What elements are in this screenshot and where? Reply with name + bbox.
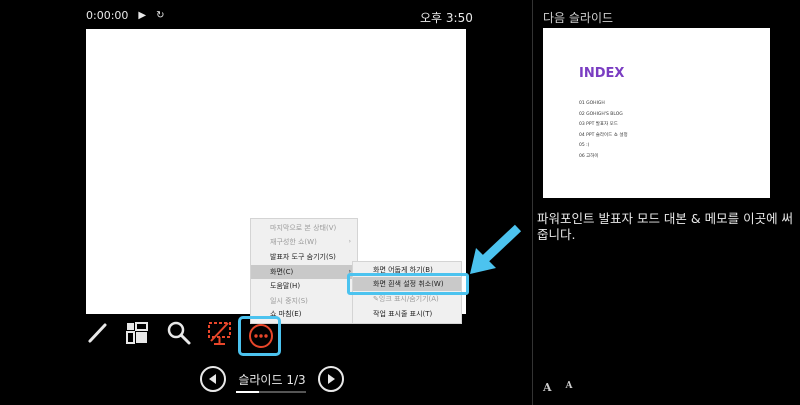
decrease-font-button[interactable]: A	[566, 381, 573, 394]
slide-progress-bar	[236, 390, 306, 393]
timer-text: 0:00:00	[86, 9, 129, 22]
menu-item-last-viewed[interactable]: 마지막으로 본 상태(V)	[251, 221, 357, 235]
menu-item-hide-presenter-tools[interactable]: 발표자 도구 숨기기(S)	[251, 250, 357, 264]
list-item: 02 GOHIGH'S BLOG	[579, 111, 623, 117]
chevron-left-icon	[209, 374, 216, 384]
slide-progress-fill	[236, 390, 260, 393]
timer-bar: 0:00:00 ▶ ↻	[86, 9, 165, 22]
reset-icon[interactable]: ↻	[156, 10, 164, 21]
pointer-arrow-icon	[470, 224, 522, 274]
list-item: 04 PPT 슬라이드 쇼 설정	[579, 132, 628, 138]
next-slide-title: INDEX	[579, 66, 625, 81]
menu-item-pause[interactable]: 일시 중지(S)	[251, 294, 357, 308]
play-icon[interactable]: ▶	[138, 10, 146, 21]
next-slide-label: 다음 슬라이드	[543, 11, 614, 25]
chevron-right-icon: ›	[348, 238, 351, 245]
submenu-item-show-taskbar[interactable]: 작업 표시줄 표시(T)	[353, 307, 461, 321]
speaker-notes[interactable]: 파워포인트 발표자 모드 대본 & 메모를 이곳에 써줍니다.	[537, 211, 795, 243]
list-item: 01 GOHIGH	[579, 101, 605, 106]
menu-item-custom-show[interactable]: 재구성한 쇼(W) ›	[251, 235, 357, 249]
clock: 오후 3:50	[420, 11, 473, 25]
next-slide-thumbnail[interactable]: INDEX 01 GOHIGH 02 GOHIGH'S BLOG 03 PPT …	[543, 28, 770, 198]
chevron-right-icon	[328, 374, 335, 384]
slide-counter: 슬라이드 1/3	[236, 371, 308, 393]
list-item: 06 고하이	[579, 153, 599, 159]
pane-divider[interactable]	[532, 0, 533, 405]
slide-navigation: 슬라이드 1/3	[200, 366, 344, 393]
slide-counter-text: 슬라이드 1/3	[238, 372, 306, 387]
next-slide-list: 01 GOHIGH 02 GOHIGH'S BLOG 03 PPT 발표자 모드…	[579, 99, 628, 162]
more-options-highlight	[238, 316, 281, 356]
increase-font-button[interactable]: A	[543, 381, 552, 394]
zoom-icon[interactable]	[166, 320, 192, 346]
previous-slide-button[interactable]	[200, 366, 226, 392]
menu-item-screen[interactable]: 화면(C) ›	[251, 265, 357, 279]
black-screen-icon[interactable]	[206, 319, 234, 347]
list-item: 05 :)	[579, 143, 590, 148]
slides-grid-icon[interactable]	[124, 320, 150, 346]
context-menu: 마지막으로 본 상태(V) 재구성한 쇼(W) › 발표자 도구 숨기기(S) 화…	[250, 218, 358, 324]
highlight-callout	[347, 273, 469, 295]
next-slide-button[interactable]	[318, 366, 344, 392]
pen-icon[interactable]	[86, 321, 110, 345]
menu-item-help[interactable]: 도움말(H)	[251, 279, 357, 293]
list-item: 03 PPT 발표자 모드	[579, 122, 618, 127]
font-size-controls: A A	[543, 381, 573, 394]
